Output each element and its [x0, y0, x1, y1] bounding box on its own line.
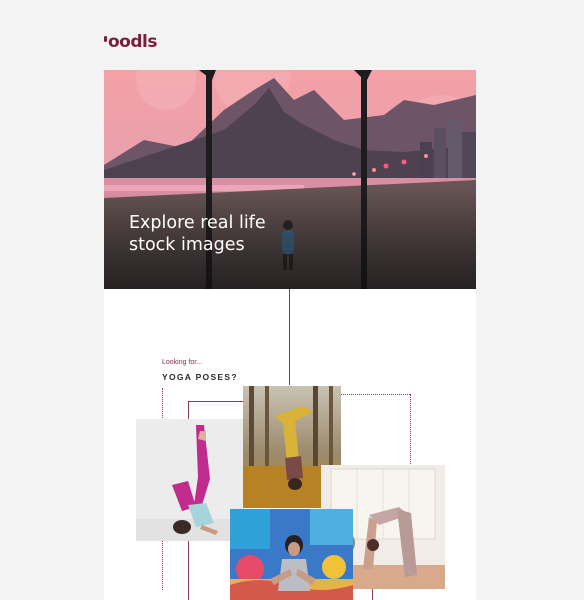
- result-photo-1[interactable]: [136, 419, 244, 541]
- search-eyebrow: Looking for...: [162, 359, 203, 366]
- hero-connector-line: [289, 289, 290, 385]
- collage-dotted-bottom-left: [162, 540, 163, 590]
- collage-line-left-vert: [188, 401, 189, 419]
- yoga-shoulder-stand-image: [136, 419, 244, 541]
- logo-wordmark: oodls: [108, 32, 157, 52]
- landing-page: oodls Explore real life stock images Loo…: [0, 0, 584, 600]
- search-query-heading: YOGA POSES?: [162, 372, 238, 382]
- collage-dotted-top-right: [340, 394, 410, 395]
- hero-beach-image: [104, 70, 476, 289]
- yoga-pose-mural-image: [230, 509, 353, 600]
- collage-dotted-left: [162, 388, 163, 418]
- collage-dotted-right: [410, 394, 411, 464]
- hero-title: Explore real life stock images: [129, 212, 349, 256]
- collage-line-left-top: [188, 401, 244, 402]
- hero-title-line-2: stock images: [129, 235, 245, 255]
- hero-title-line-1: Explore real life: [129, 213, 266, 233]
- collage-line-bottom-right: [372, 588, 373, 600]
- collage-line-bottom-left: [188, 538, 189, 600]
- result-photo-4[interactable]: [230, 509, 353, 600]
- logo-mark-icon: [104, 36, 107, 42]
- hero-banner: Explore real life stock images: [104, 70, 476, 289]
